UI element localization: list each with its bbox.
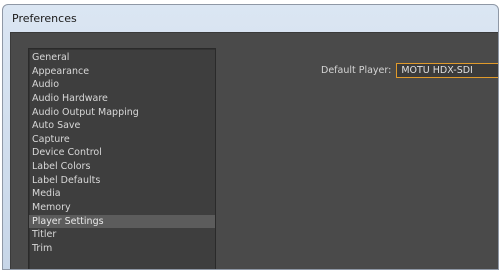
preferences-window: Preferences General Appearance Audio Audio … (2, 4, 499, 270)
category-item-titler[interactable]: Titler (29, 228, 215, 242)
category-item-audio-hardware[interactable]: Audio Hardware (29, 92, 215, 106)
category-item-device-control[interactable]: Device Control (29, 146, 215, 160)
category-item-audio[interactable]: Audio (29, 78, 215, 92)
window-title: Preferences (12, 12, 77, 25)
category-item-label-colors[interactable]: Label Colors (29, 160, 215, 174)
category-item-general[interactable]: General (29, 51, 215, 65)
category-item-player-settings[interactable]: Player Settings (29, 214, 215, 229)
category-item-memory[interactable]: Memory (29, 201, 215, 215)
category-item-media[interactable]: Media (29, 187, 215, 201)
category-list[interactable]: General Appearance Audio Audio Hardware Audi… (28, 48, 216, 269)
category-item-auto-save[interactable]: Auto Save (29, 119, 215, 133)
default-player-label: Default Player: (321, 65, 392, 76)
category-item-capture[interactable]: Capture (29, 133, 215, 147)
category-item-appearance[interactable]: Appearance (29, 65, 215, 79)
default-player-row: Default Player: MOTU HDX-SDI (321, 63, 498, 78)
category-item-trim[interactable]: Trim (29, 242, 215, 256)
title-bar[interactable]: Preferences (3, 5, 498, 31)
default-player-dropdown[interactable]: MOTU HDX-SDI (396, 63, 498, 78)
category-item-label-defaults[interactable]: Label Defaults (29, 174, 215, 188)
preferences-panel: General Appearance Audio Audio Hardware Audi… (10, 32, 498, 269)
category-item-audio-output-mapping[interactable]: Audio Output Mapping (29, 106, 215, 120)
